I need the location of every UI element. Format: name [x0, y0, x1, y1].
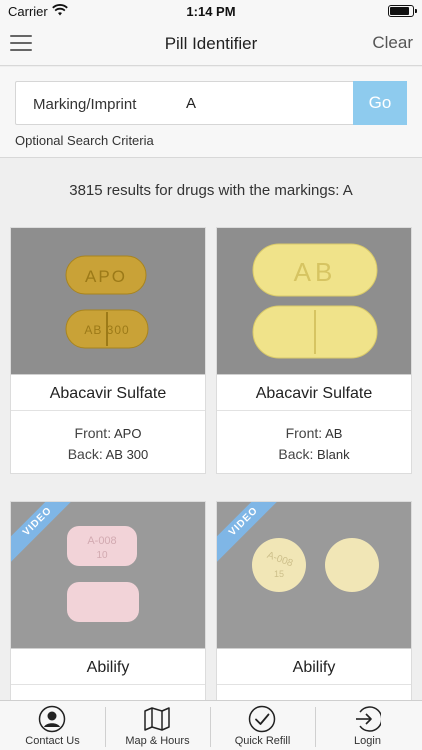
back-imprint-row: Back: AB 300 [11, 446, 205, 462]
clock: 1:14 PM [186, 4, 236, 19]
back-label: Back: [67, 446, 103, 462]
checkmark-icon [248, 705, 276, 733]
front-imprint-row: Front: AB [217, 425, 411, 441]
tab-label: Login [354, 735, 381, 747]
pill-imprint: 15 [274, 569, 284, 579]
nav-bar: Pill Identifier Clear [0, 22, 422, 66]
tab-contact-us[interactable]: Contact Us [0, 701, 105, 750]
tab-label: Quick Refill [234, 735, 291, 747]
pill-card[interactable]: AB Abacavir Sulfate Front: AB Back: Blan… [216, 227, 412, 474]
battery-level [390, 7, 409, 15]
drug-name: Abilify [11, 648, 205, 685]
back-imprint-row: Back: Blank [217, 446, 411, 462]
pill-image: APO AB 300 [65, 255, 149, 349]
imprint-input[interactable] [186, 95, 346, 112]
back-imprint: AB 300 [105, 447, 149, 462]
page-title: Pill Identifier [164, 34, 258, 53]
pill-imprint: A-008 [87, 535, 116, 547]
search-panel: Marking/Imprint Go Optional Search Crite… [0, 67, 422, 158]
tab-label: Contact Us [25, 735, 80, 747]
drug-name: Abilify [217, 648, 411, 685]
person-icon [38, 705, 66, 733]
imprint-field-label: Marking/Imprint [33, 96, 137, 113]
tab-map-hours[interactable]: Map & Hours [105, 701, 210, 750]
drug-name: Abacavir Sulfate [11, 374, 205, 411]
pill-imprint: AB [294, 257, 337, 287]
front-imprint: AB [325, 426, 343, 441]
optional-search-criteria-link[interactable]: Optional Search Criteria [15, 133, 154, 148]
pill-photo: APO AB 300 [11, 228, 205, 374]
pill-card[interactable]: A-008 15 VIDEO Abilify [216, 501, 412, 711]
status-bar: Carrier 1:14 PM [0, 0, 422, 22]
tab-label: Map & Hours [125, 735, 190, 747]
pill-photo: AB [217, 228, 411, 374]
front-label: Front: [74, 425, 112, 441]
map-icon [144, 707, 170, 731]
hamburger-menu-icon[interactable] [10, 35, 32, 53]
results-count: 3815 results for drugs with the markings… [69, 182, 353, 199]
pill-card[interactable]: APO AB 300 Abacavir Sulfate Front: APO B… [10, 227, 206, 474]
front-label: Front: [285, 425, 323, 441]
pill-imprint: AB 300 [84, 323, 129, 337]
tab-bar: Contact Us Map & Hours Quick Refill Logi… [0, 700, 422, 750]
login-icon [356, 706, 381, 732]
pill-card[interactable]: A-008 10 VIDEO Abilify [10, 501, 206, 711]
tab-login[interactable]: Login [315, 701, 420, 750]
clear-button[interactable]: Clear [372, 33, 413, 53]
back-imprint: Blank [317, 447, 350, 462]
go-button[interactable]: Go [353, 81, 407, 125]
back-label: Back: [278, 446, 314, 462]
battery-icon [388, 5, 417, 17]
drug-name: Abacavir Sulfate [217, 374, 411, 411]
front-imprint: APO [114, 426, 142, 441]
pill-photo: A-008 15 VIDEO [217, 502, 411, 648]
front-imprint-row: Front: APO [11, 425, 205, 441]
imprint-search-box: Marking/Imprint Go [15, 81, 407, 125]
pill-photo: A-008 10 VIDEO [11, 502, 205, 648]
pill-image: AB [252, 243, 378, 359]
pill-imprint: APO [85, 267, 127, 286]
tab-quick-refill[interactable]: Quick Refill [210, 701, 315, 750]
pill-imprint: 10 [96, 550, 108, 561]
